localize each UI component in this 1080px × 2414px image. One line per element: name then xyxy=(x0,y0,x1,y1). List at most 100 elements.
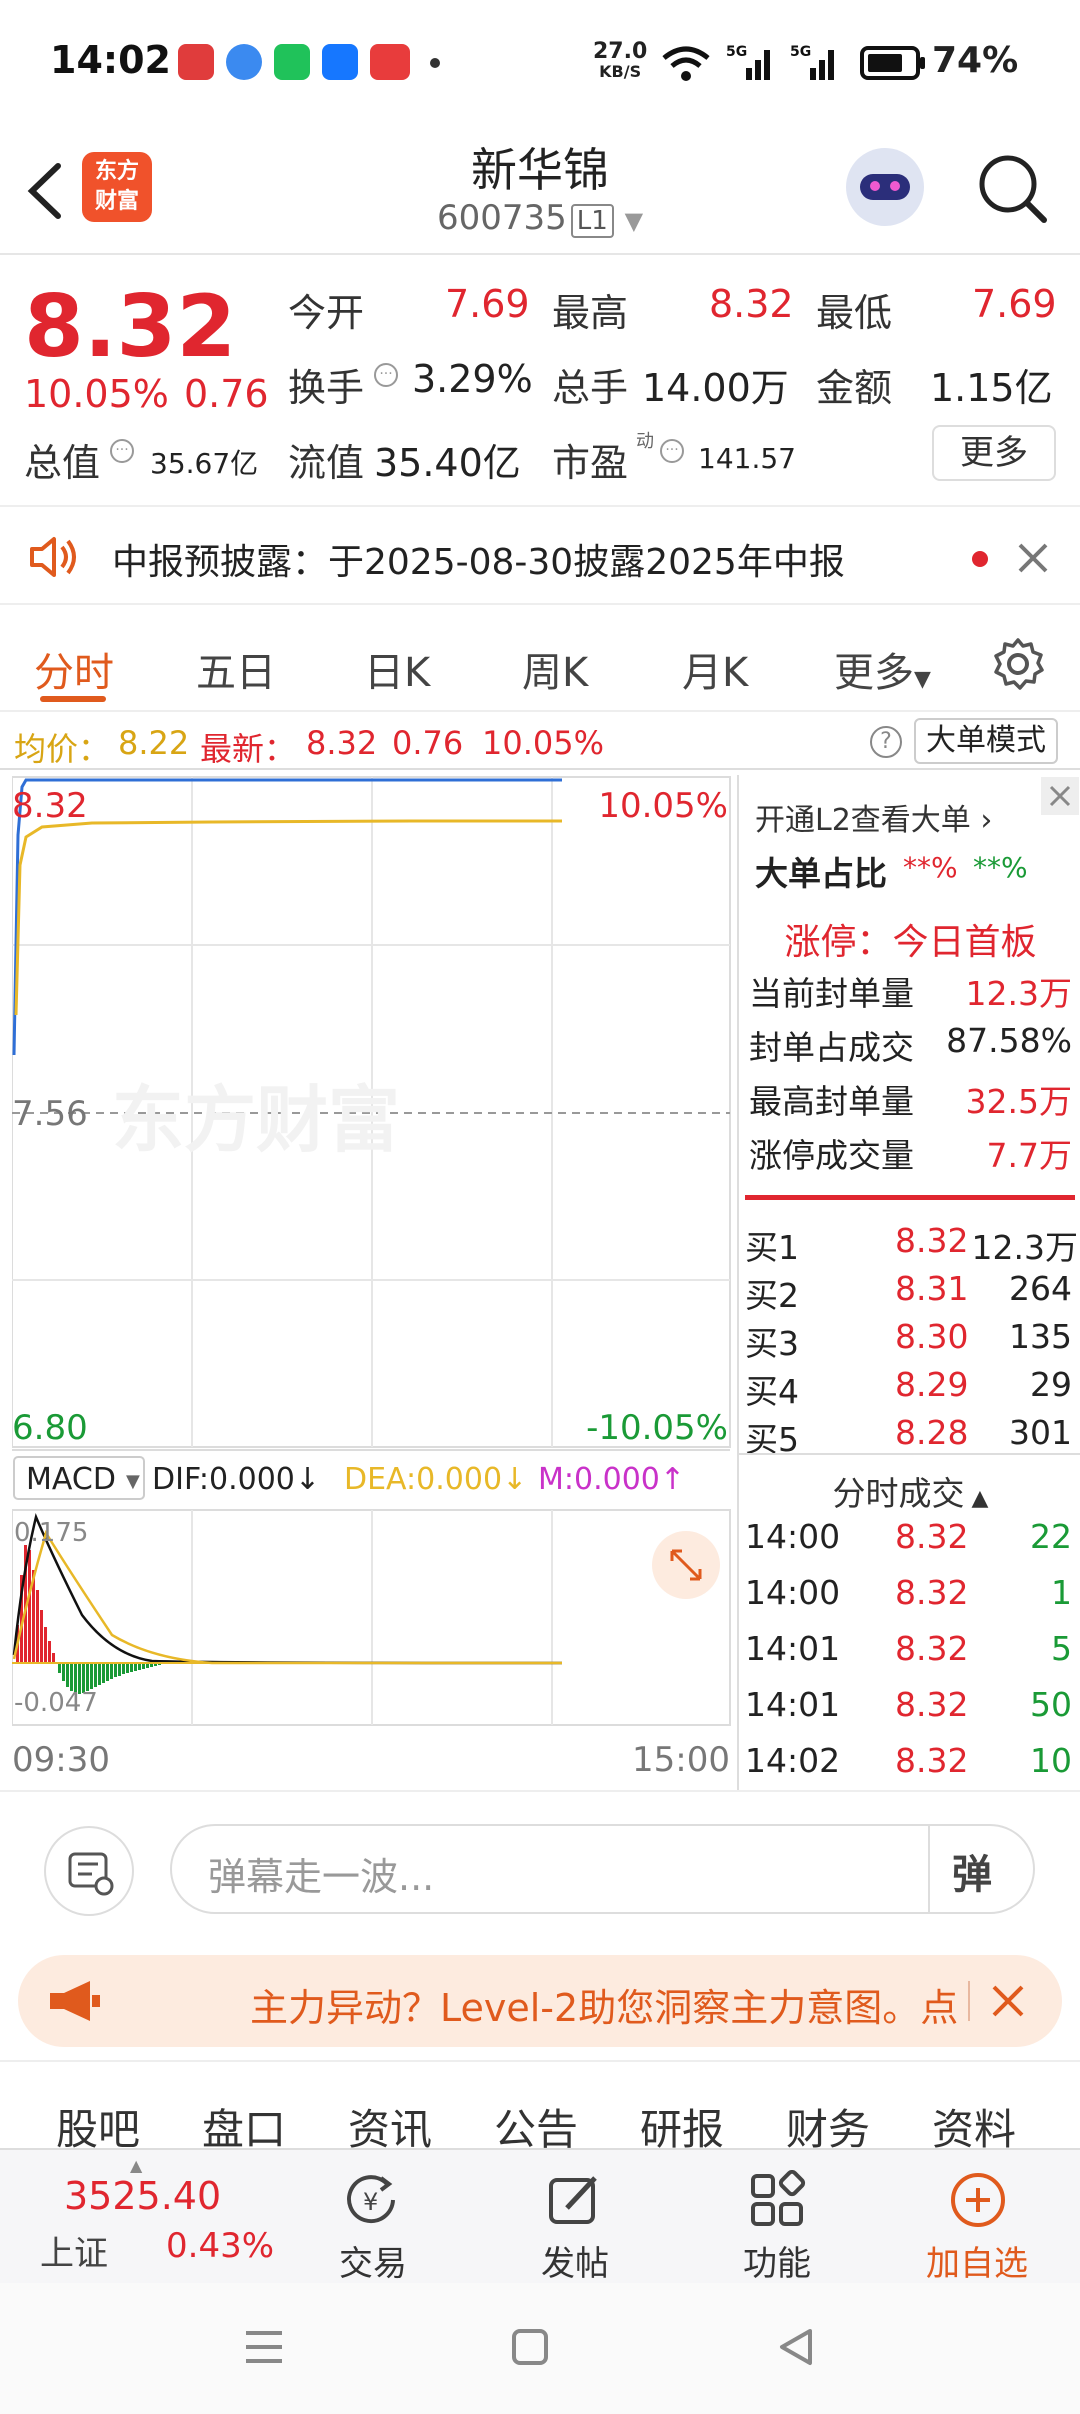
macd-m: M:0.000↑ xyxy=(538,1462,685,1497)
trade-button[interactable]: ¥ 交易 xyxy=(318,2150,428,2285)
bid-price: 8.28 xyxy=(895,1413,969,1452)
menu-icon[interactable] xyxy=(242,2327,286,2367)
low-label: 最低 xyxy=(816,291,893,335)
chevron-down-icon: ▼ xyxy=(126,1471,140,1492)
axis-mid-price: 7.56 xyxy=(12,1094,88,1134)
tick-price: 8.32 xyxy=(895,1629,969,1668)
info-icon[interactable]: ··· xyxy=(660,439,684,463)
battery-percent: 74% xyxy=(932,40,1019,81)
close-icon[interactable] xyxy=(1016,541,1050,575)
level2-promo-banner[interactable]: 主力异动？Level-2助您洞察主力意图。点 xyxy=(18,1955,1062,2047)
float-label: 流值 xyxy=(288,441,365,485)
bid-volume: 135 xyxy=(1009,1317,1072,1356)
tick-volume: 5 xyxy=(1051,1629,1072,1668)
limit-label: 涨停成交量 xyxy=(749,1136,914,1175)
wifi-icon xyxy=(662,46,710,81)
tab-five-day[interactable]: 五日 xyxy=(196,640,276,698)
ticks-title[interactable]: 分时成交 ▲ xyxy=(739,1467,1080,1515)
help-icon[interactable]: ? xyxy=(870,726,902,758)
info-icon[interactable]: ··· xyxy=(110,439,134,463)
robot-assistant-avatar[interactable] xyxy=(846,148,924,226)
limit-label: 当前封单量 xyxy=(749,974,914,1013)
latest-pct: 10.05% xyxy=(482,724,605,762)
danmu-list-button[interactable] xyxy=(44,1826,134,1916)
tick-time: 14:00 xyxy=(745,1517,841,1556)
change-value: 0.76 xyxy=(184,372,269,416)
current-price: 8.32 xyxy=(24,277,237,377)
macd-dea-line xyxy=(12,1529,562,1665)
trade-label: 交易 xyxy=(339,2244,407,2284)
more-button[interactable]: 更多 xyxy=(932,425,1056,481)
functions-button[interactable]: 功能 xyxy=(722,2150,832,2285)
chart-tabs: 分时 五日 日K 周K 月K 更多▼ xyxy=(0,612,1080,712)
tick-time: 14:01 xyxy=(745,1629,841,1668)
intraday-chart[interactable]: 东方财富 8.32 10.05% 7.56 6.80 -10.05% MACD … xyxy=(11,775,732,1790)
status-bar: 14:02 27.0 KB/S 5G 5G 74% xyxy=(0,0,1080,120)
chart-watermark: 东方财富 xyxy=(112,1078,400,1162)
latest-label-text: 最新： xyxy=(200,730,297,768)
chevron-right-icon: › xyxy=(970,803,993,838)
big-sell-ratio: **% xyxy=(973,851,1028,884)
post-button[interactable]: 发帖 xyxy=(520,2150,630,2285)
tick-volume: 22 xyxy=(1030,1517,1072,1556)
latest-label: 最新： xyxy=(200,724,296,770)
axis-low-price: 6.80 xyxy=(12,1408,88,1448)
big-order-label: 大单占比 xyxy=(755,854,887,893)
limit-value: 7.7万 xyxy=(986,1136,1072,1175)
close-icon[interactable] xyxy=(990,1983,1026,2019)
limit-label: 封单占成交 xyxy=(749,1028,914,1067)
tab-weekly-k[interactable]: 周K xyxy=(522,640,588,698)
bid-volume: 264 xyxy=(1009,1269,1072,1308)
back-nav-icon[interactable] xyxy=(776,2325,816,2369)
tick-volume: 50 xyxy=(1030,1685,1072,1724)
notice-text: 中报预披露：于2025-08-30披露2025年中报 xyxy=(112,542,845,583)
svg-text:5G: 5G xyxy=(790,44,811,60)
tab-intraday[interactable]: 分时 xyxy=(34,640,114,698)
home-icon[interactable] xyxy=(510,2327,550,2367)
bid-label: 买3 xyxy=(745,1324,799,1363)
l2-upgrade-link[interactable]: 开通L2查看大单 › xyxy=(755,795,992,839)
tab-monthly-k[interactable]: 月K xyxy=(682,640,748,698)
danmu-toggle-icon[interactable]: 弹 xyxy=(952,1842,992,1900)
open-label: 今开 xyxy=(288,291,365,335)
big-order-mode-button[interactable]: 大单模式 xyxy=(914,718,1058,764)
turnover-value: 3.29% xyxy=(412,357,533,401)
limit-value: 12.3万 xyxy=(965,974,1072,1013)
macd-selector-label: MACD xyxy=(26,1462,116,1497)
post-label: 发帖 xyxy=(541,2244,609,2284)
tick-price: 8.32 xyxy=(895,1573,969,1612)
close-panel-button[interactable] xyxy=(1041,777,1079,815)
app-notification-icon xyxy=(178,44,214,80)
index-pct: 0.43% xyxy=(166,2226,275,2266)
index-ticker[interactable]: ▲ 3525.40 上证 0.43% xyxy=(0,2150,274,2285)
notice-bar[interactable]: 中报预披露：于2025-08-30披露2025年中报 xyxy=(0,505,1080,605)
bid-price: 8.30 xyxy=(895,1317,969,1356)
bid-volume: 29 xyxy=(1030,1365,1072,1404)
danmu-input[interactable]: 弹幕走一波... 弹 xyxy=(170,1824,1035,1914)
macd-dea: DEA:0.000↓ xyxy=(344,1462,527,1497)
limit-divider xyxy=(745,1195,1075,1200)
svg-text:¥: ¥ xyxy=(363,2188,378,2216)
content-tabs: 股吧 盘口 资讯 公告 研报 财务 资料 xyxy=(0,2060,1080,2154)
divider xyxy=(739,1453,1080,1455)
settings-gear-icon[interactable] xyxy=(990,636,1046,692)
macd-m-text: M:0.000 xyxy=(538,1462,660,1497)
chevron-down-icon: ▼ xyxy=(914,667,931,692)
system-nav-bar xyxy=(0,2283,1080,2414)
info-icon[interactable]: ··· xyxy=(374,363,398,387)
tab-daily-k[interactable]: 日K xyxy=(364,640,430,698)
add-circle-icon xyxy=(951,2173,1005,2227)
divider xyxy=(968,1981,970,2021)
danmu-placeholder: 弹幕走一波... xyxy=(208,1855,435,1899)
bid-price: 8.29 xyxy=(895,1365,969,1404)
limit-up-title: 涨停：今日首板 xyxy=(784,922,1037,963)
dot-icon xyxy=(430,58,440,68)
tick-volume: 10 xyxy=(1030,1741,1072,1780)
macd-histogram xyxy=(16,1545,161,1694)
axis-top-pct: 10.05% xyxy=(598,786,728,826)
tab-more[interactable]: 更多▼ xyxy=(834,640,931,698)
macd-axis-top: 0.175 xyxy=(14,1518,88,1548)
search-icon[interactable] xyxy=(976,152,1050,226)
toutiao-icon xyxy=(370,44,410,80)
add-watchlist-button[interactable]: 加自选 xyxy=(912,2150,1042,2285)
